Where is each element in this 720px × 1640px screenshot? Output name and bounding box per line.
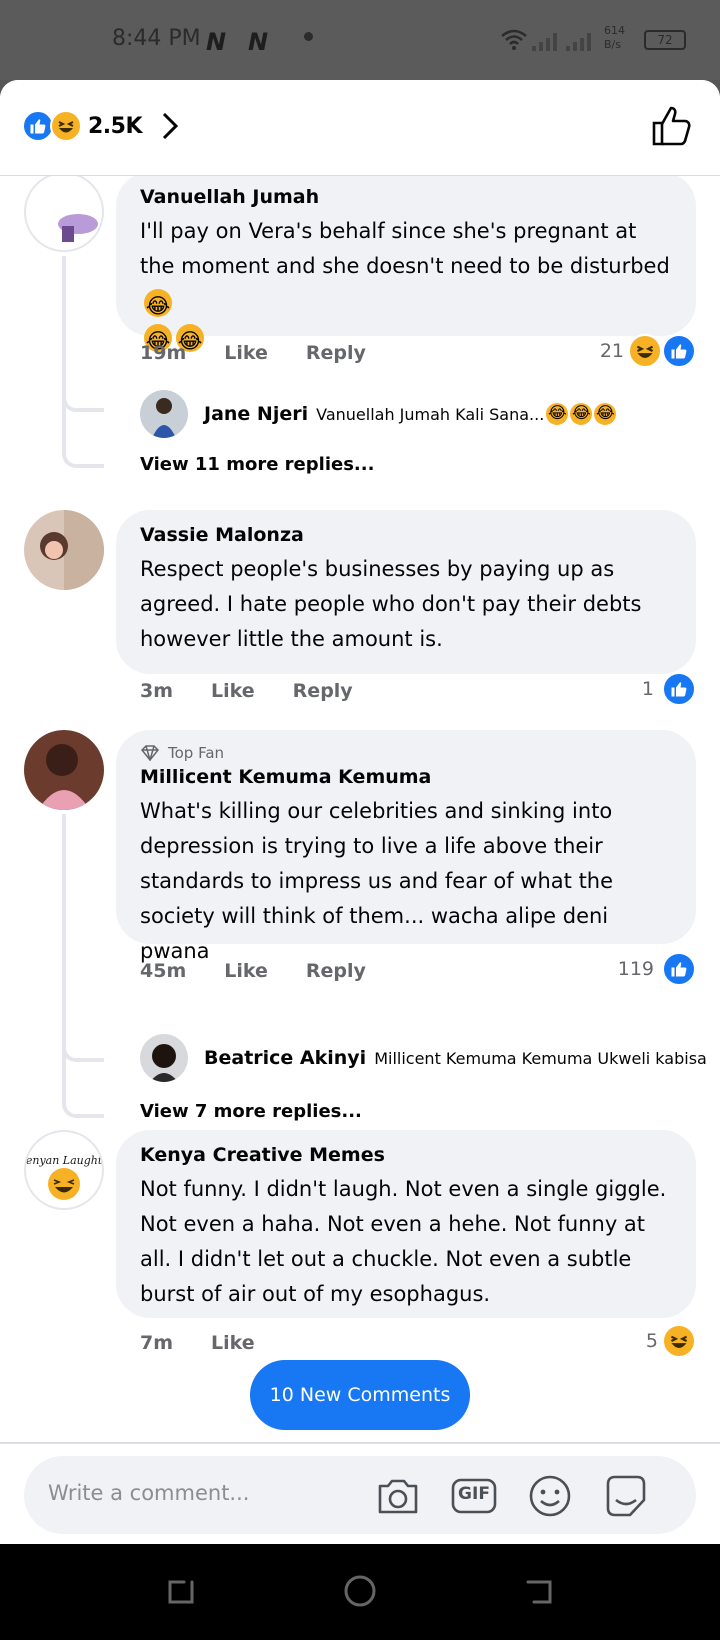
haha-reaction-icon [628,334,662,368]
reply-preview[interactable]: Jane Njeri Vanuellah Jumah Kali Sana... … [140,390,617,438]
new-comments-button[interactable]: 10 New Comments [250,1360,470,1430]
notification-dot-icon [304,32,313,41]
comment-time: 7m [140,1332,174,1354]
recent-apps-icon[interactable] [164,1574,198,1608]
avatar[interactable] [24,730,104,810]
like-reaction-icon [662,334,696,368]
comment-input[interactable]: Write a comment... GIF [24,1456,696,1534]
battery-icon: 72 [644,30,686,50]
avatar[interactable] [24,172,104,252]
rolling-laughing-emoji-icon: 😂 [546,403,569,425]
status-time: 8:44 PM [112,26,201,51]
smiley-icon[interactable] [526,1472,574,1520]
system-nav-bar [0,1544,720,1640]
comment-actions: 19m Like Reply [140,342,366,364]
top-fan-badge: Top Fan [140,744,672,762]
avatar[interactable]: Kenyan Laughter [24,1130,104,1210]
comment-author[interactable]: Vanuellah Jumah [140,186,672,208]
comment-author[interactable]: Vassie Malonza [140,524,672,546]
comment-reactions[interactable]: 21 [600,334,696,368]
signal-icon [532,33,591,51]
thumbs-up-outline-icon[interactable] [650,104,694,148]
camera-icon[interactable] [374,1472,422,1520]
reply-button[interactable]: Reply [293,680,353,702]
like-button[interactable]: Like [211,1332,255,1354]
comment-text: Not funny. I didn't laugh. Not even a si… [140,1177,667,1306]
comment-reactions[interactable]: 5 [646,1324,696,1358]
avatar [140,390,188,438]
comment-placeholder: Write a comment... [48,1481,250,1505]
diamond-icon [140,745,160,761]
reply-text: Vanuellah Jumah Kali Sana... [316,404,545,424]
comment-author[interactable]: Kenya Creative Memes [140,1144,672,1166]
view-more-replies[interactable]: View 11 more replies... [140,454,374,475]
comment-text: Respect people's businesses by paying up… [140,557,642,651]
comment-bubble[interactable]: Top Fan Millicent Kemuma Kemuma What's k… [116,730,696,963]
comment-reactions[interactable]: 119 [618,952,696,986]
comment-reactions[interactable]: 1 [642,672,696,706]
reply-author: Beatrice Akinyi [204,1047,367,1069]
comment-text: What's killing our celebrities and sinki… [140,799,614,963]
chevron-right-icon [162,112,179,140]
back-icon[interactable] [522,1574,556,1608]
comment-author[interactable]: Millicent Kemuma Kemuma [140,766,672,788]
like-reaction-icon [662,672,696,706]
reaction-count: 2.5K [88,113,143,139]
reply-preview[interactable]: Beatrice Akinyi Millicent Kemuma Kemuma … [140,1034,707,1082]
comment-bubble[interactable]: Kenya Creative Memes Not funny. I didn't… [116,1130,696,1318]
notification-n-icon: N [248,28,269,56]
haha-reaction-icon [50,110,82,142]
like-button[interactable]: Like [224,960,268,982]
comment-text: I'll pay on Vera's behalf since she's pr… [140,219,670,353]
comments-sheet: 2.5K Vanuellah Jumah I'll pay on Vera's … [0,80,720,1544]
like-reaction-icon [662,952,696,986]
comment-actions: 45m Like Reply [140,960,366,982]
view-more-replies[interactable]: View 7 more replies... [140,1101,362,1122]
reply-button[interactable]: Reply [306,342,366,364]
sheet-header: 2.5K [0,80,720,176]
like-button[interactable]: Like [211,680,255,702]
status-bar: 8:44 PM N N 614 B/s 72 [0,0,720,80]
thread-line [62,256,104,468]
avatar [140,1034,188,1082]
avatar-logo-text: Kenyan Laughter [26,1154,104,1167]
haha-reaction-icon [662,1324,696,1358]
reply-text: Millicent Kemuma Kemuma Ukweli kabisa [374,1048,707,1068]
comment-bubble[interactable]: Vanuellah Jumah I'll pay on Vera's behal… [116,172,696,353]
comment-actions: 7m Like [140,1332,255,1354]
reply-button[interactable]: Reply [306,960,366,982]
notification-n-icon: N [206,28,227,56]
sticker-icon[interactable] [602,1472,650,1520]
avatar[interactable] [24,510,104,590]
wifi-icon [501,29,527,50]
home-icon[interactable] [343,1574,377,1608]
reply-author: Jane Njeri [204,403,309,425]
rolling-laughing-emoji-icon: 😂 [594,403,617,425]
thread-line [62,814,104,1118]
net-speed: 614 B/s [604,24,625,51]
comment-bubble[interactable]: Vassie Malonza Respect people's business… [116,510,696,674]
like-button[interactable]: Like [224,342,268,364]
comment-actions: 3m Like Reply [140,680,353,702]
comment-time: 45m [140,960,187,982]
rolling-laughing-emoji-icon: 😂 [144,289,172,318]
rolling-laughing-emoji-icon: 😂 [570,403,593,425]
reaction-summary[interactable]: 2.5K [22,110,180,142]
gif-icon[interactable]: GIF [450,1472,498,1520]
comment-time: 19m [140,342,187,364]
comment-time: 3m [140,680,174,702]
composer-bar: Write a comment... GIF [0,1442,720,1544]
